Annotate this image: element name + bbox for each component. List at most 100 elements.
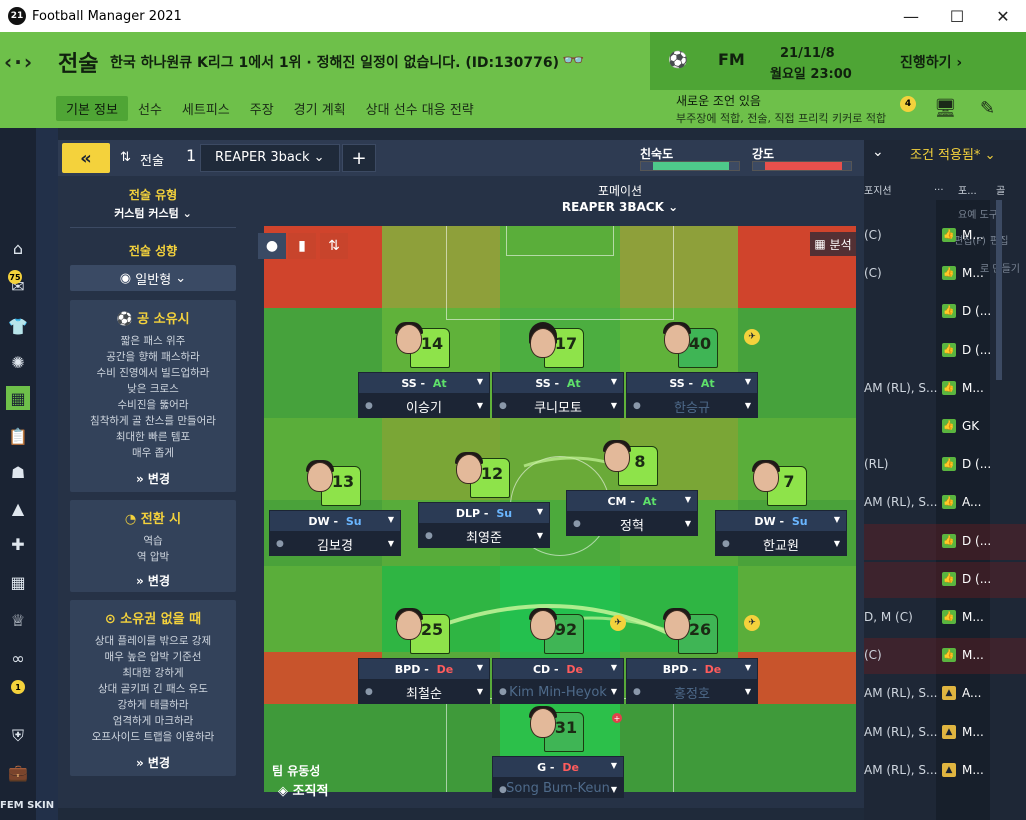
binoculars-icon[interactable]: 👓	[562, 50, 584, 71]
tactic-select[interactable]: REAPER 3back ⌄	[200, 144, 340, 172]
player-slot[interactable]: 92 CD - De ▼ ● Kim Min-Heyok ▼	[492, 608, 624, 706]
transition-change-button[interactable]: » 변경	[70, 572, 236, 589]
list-row[interactable]: 👍 GK	[864, 409, 1026, 445]
player-slot[interactable]: 26 BPD - De ▼ ● 홍정호 ▼	[626, 608, 758, 706]
list-row[interactable]: 👍 D (...	[864, 561, 1026, 598]
team-fluidity-value[interactable]: ◈ 조직적	[278, 780, 328, 799]
trophy-icon[interactable]: ♕	[6, 608, 30, 632]
player-select[interactable]: ● 정혁 ▼	[566, 512, 698, 536]
player-slot[interactable]: 12 DLP - Su ▼ ● 최영준 ▼	[418, 452, 550, 550]
medical-icon[interactable]: ✚	[6, 532, 30, 556]
list-row[interactable]: AM (RL), S... ▲ M...	[864, 715, 1026, 751]
col-header[interactable]: 골	[996, 182, 1005, 197]
col-header[interactable]: ...	[934, 182, 944, 193]
advice-title[interactable]: 새로운 조언 있음	[676, 92, 761, 109]
club-crest-icon[interactable]: ⚽	[668, 50, 688, 69]
list-row[interactable]: D, M (C) 👍 M...	[864, 600, 1026, 636]
player-slot[interactable]: 13 DW - Su ▼ ● 김보경 ▼	[269, 460, 401, 558]
tab-match-plans[interactable]: 경기 계획	[284, 96, 356, 121]
out-of-possession-change-button[interactable]: » 변경	[70, 754, 236, 771]
run-forward-icon[interactable]: ✈	[610, 615, 626, 631]
intensity-meter[interactable]	[752, 161, 852, 171]
calendar-icon[interactable]: ▦	[6, 570, 30, 594]
fm-logo[interactable]: FM	[718, 50, 745, 69]
run-forward-icon[interactable]: ✈	[744, 329, 760, 345]
tab-overview[interactable]: 기본 정보	[56, 96, 128, 121]
brain-icon[interactable]: ✺	[6, 350, 30, 374]
role-select[interactable]: BPD - De ▼	[358, 658, 490, 680]
continue-button[interactable]: 진행하기 ›	[900, 52, 962, 72]
minimize-button[interactable]: —	[888, 0, 934, 32]
player-slot[interactable]: 14 SS - At ▼ ● 이승기 ▼	[358, 322, 490, 420]
player-select[interactable]: ● Song Bum-Keun ▼	[492, 778, 624, 798]
role-select[interactable]: SS - At ▼	[626, 372, 758, 394]
in-possession-change-button[interactable]: » 변경	[70, 470, 236, 487]
player-select[interactable]: ● 한교원 ▼	[715, 532, 847, 556]
list-row[interactable]: 👍 D (...	[864, 523, 1026, 560]
nav-arrows[interactable]: ‹·›	[4, 50, 34, 74]
home-icon[interactable]: ⌂	[6, 236, 30, 260]
role-select[interactable]: DLP - Su ▼	[418, 502, 550, 524]
formation-select[interactable]: REAPER 3BACK ⌄	[560, 200, 680, 214]
player-select[interactable]: ● Kim Min-Heyok ▼	[492, 680, 624, 704]
player-select[interactable]: ● 김보경 ▼	[269, 532, 401, 556]
club-shield-icon[interactable]: ⛨	[6, 724, 30, 748]
player-select[interactable]: ● 한승규 ▼	[626, 394, 758, 418]
cone-icon[interactable]: ▲	[6, 496, 30, 520]
player-select[interactable]: ● 최철순 ▼	[358, 680, 490, 704]
briefcase-icon[interactable]: 💼	[6, 760, 30, 784]
clipboard-icon[interactable]: 📋	[6, 424, 30, 448]
filter-dropdown[interactable]: 조건 적용됨* ⌄	[910, 144, 995, 163]
list-row[interactable]: (RL) 👍 D (...	[864, 447, 1026, 483]
player-slot[interactable]: 25 BPD - De ▼ ● 최철순 ▼	[358, 608, 490, 706]
role-select[interactable]: G - De ▼	[492, 756, 624, 778]
role-select[interactable]: SS - At ▼	[358, 372, 490, 394]
sort-icon[interactable]: ⇅	[320, 233, 348, 259]
player-select[interactable]: ● 쿠니모토 ▼	[492, 394, 624, 418]
list-row[interactable]: AM (RL), S... ▲ M...	[864, 753, 1026, 789]
familiarity-meter[interactable]	[640, 161, 740, 171]
analysis-button[interactable]: ▦ 분석	[810, 232, 856, 256]
mentality-select[interactable]: ◉ 일반형 ⌄	[70, 265, 236, 291]
pencil-icon[interactable]: ✎	[980, 98, 995, 119]
tab-set-pieces[interactable]: 세트피스	[172, 96, 240, 121]
run-forward-icon[interactable]: ✈	[744, 615, 760, 631]
bar-chart-icon[interactable]: ▮	[288, 233, 316, 259]
tactic-style-value[interactable]: 커스텀 커스텀 ⌄	[70, 205, 236, 221]
role-select[interactable]: BPD - De ▼	[626, 658, 758, 680]
list-row[interactable]: AM (RL), S... ▲ A...	[864, 676, 1026, 712]
back-button[interactable]: «	[62, 143, 110, 173]
role-select[interactable]: SS - At ▼	[492, 372, 624, 394]
tab-players[interactable]: 선수	[128, 96, 172, 121]
tactics-sort-icon[interactable]: ⇅	[120, 150, 131, 165]
tab-opposition-instructions[interactable]: 상대 선수 대응 전략	[356, 96, 484, 121]
staff-icon[interactable]: ☗	[6, 460, 30, 484]
player-slot[interactable]: 7 DW - Su ▼ ● 한교원 ▼	[715, 460, 847, 558]
maximize-button[interactable]: ☐	[934, 0, 980, 32]
role-select[interactable]: CD - De ▼	[492, 658, 624, 680]
role-select[interactable]: CM - At ▼	[566, 490, 698, 512]
player-select[interactable]: ● 이승기 ▼	[358, 394, 490, 418]
scrollbar[interactable]	[996, 200, 1002, 380]
col-header[interactable]: 포...	[958, 182, 977, 197]
squad-icon[interactable]: 👕	[6, 314, 30, 338]
red-plus-icon[interactable]: +	[612, 713, 622, 723]
list-row[interactable]: AM (RL), S... 👍 A...	[864, 485, 1026, 521]
list-dropdown-icon[interactable]: ⌄	[872, 144, 884, 160]
role-select[interactable]: DW - Su ▼	[269, 510, 401, 532]
player-select[interactable]: ● 홍정호 ▼	[626, 680, 758, 704]
player-slot[interactable]: 17 SS - At ▼ ● 쿠니모토 ▼	[492, 322, 624, 420]
player-slot[interactable]: 31 G - De ▼ ● Song Bum-Keun ▼	[492, 706, 624, 804]
list-row[interactable]: (C) 👍 M...	[864, 638, 1026, 675]
player-select[interactable]: ● 최영준 ▼	[418, 524, 550, 548]
tv-icon[interactable]: 🖥	[934, 98, 957, 119]
col-position[interactable]: 포지션	[864, 182, 892, 197]
player-slot[interactable]: 8 CM - At ▼ ● 정혁 ▼	[566, 440, 698, 538]
advice-text[interactable]: 부주장에 적합, 전술, 직접 프리킥 키커로 적합	[676, 110, 886, 126]
player-view-icon[interactable]: ●	[258, 233, 286, 259]
tab-captains[interactable]: 주장	[240, 96, 284, 121]
tactics-icon[interactable]: ▦	[6, 386, 30, 410]
role-select[interactable]: DW - Su ▼	[715, 510, 847, 532]
scouting-icon[interactable]: ∞	[6, 646, 30, 670]
add-tactic-button[interactable]: +	[342, 144, 376, 172]
